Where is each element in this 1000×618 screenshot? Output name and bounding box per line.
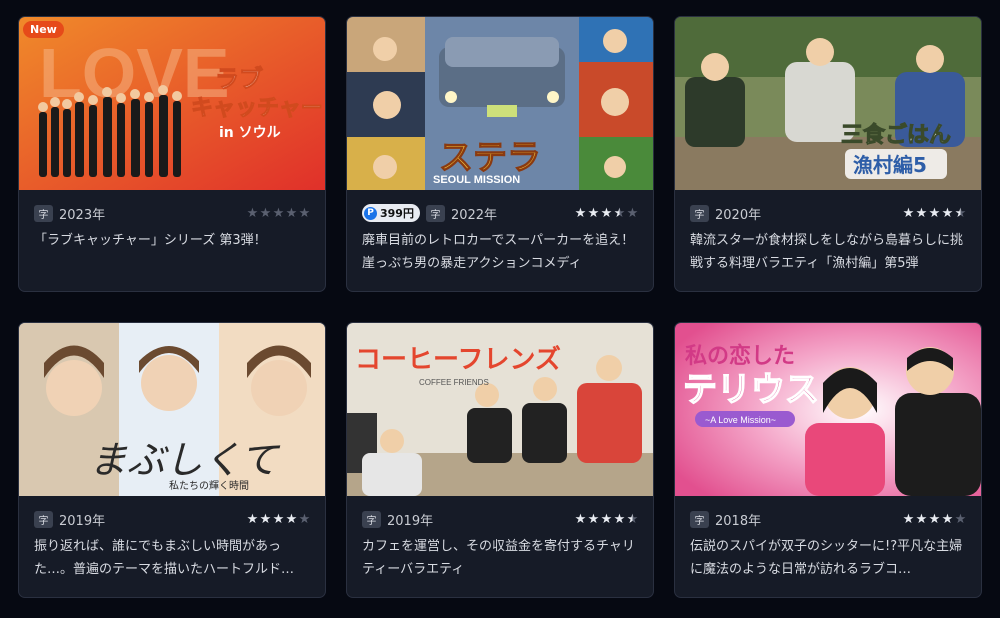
show-card[interactable]: ステラ SEOUL MISSION P 399円 字 2022年 ★ ★ ★ ★ ★ 廃… [346, 16, 654, 292]
star-icon: ★ [272, 511, 285, 527]
star-icon: ★ [574, 205, 587, 221]
price-label: 399円 [380, 207, 414, 220]
price-badge: P 399円 [362, 204, 420, 222]
star-icon: ★ [954, 511, 967, 527]
star-icon: ★ [941, 511, 954, 527]
star-icon: ★ [259, 511, 272, 527]
show-thumbnail[interactable]: LOVE ラブ キャッチャー in ソウル New [19, 17, 325, 190]
star-icon: ★ [272, 205, 285, 221]
star-icon: ★ [626, 511, 639, 527]
svg-text:SEOUL MISSION: SEOUL MISSION [433, 174, 520, 186]
star-icon: ★ [600, 511, 613, 527]
svg-text:キャッチャー: キャッチャー [191, 96, 323, 121]
star-icon: ★ [574, 511, 587, 527]
show-description: 振り返れば、誰にでもまぶしい時間があった…。普遍のテーマを描いたハートフルド… [34, 539, 295, 577]
star-icon: ★ [600, 205, 613, 221]
subtitle-badge: 字 [690, 204, 709, 222]
star-icon: ★ [285, 511, 298, 527]
point-icon: P [364, 206, 377, 220]
star-icon: ★ [941, 205, 954, 221]
star-icon: ★ [246, 205, 259, 221]
rating-stars: ★ ★ ★ ★ ★ [574, 206, 639, 221]
thumb-title-line1: ラブ [215, 65, 263, 93]
svg-text:まぶしくて: まぶしくて [89, 438, 281, 482]
release-year: 2020年 [715, 207, 762, 223]
star-icon: ★ [902, 511, 915, 527]
svg-text:COFFEE FRIENDS: COFFEE FRIENDS [419, 378, 489, 387]
star-icon: ★ [613, 205, 626, 221]
show-thumbnail[interactable]: 私の恋した テリウス ~A Love Mission~ [675, 323, 981, 496]
rating-stars: ★ ★ ★ ★ ★ [902, 206, 967, 221]
star-icon: ★ [928, 511, 941, 527]
svg-text:テリウス: テリウス [683, 370, 819, 410]
svg-text:ステラ: ステラ [439, 138, 541, 178]
release-year: 2023年 [59, 207, 106, 223]
svg-text:漁村編5: 漁村編5 [853, 153, 927, 177]
rating-stars: ★ ★ ★ ★ ★ [246, 206, 311, 221]
star-icon: ★ [915, 205, 928, 221]
show-description: 伝説のスパイが双子のシッターに!?平凡な主婦に魔法のような日常が訪れるラブコ… [690, 539, 963, 577]
star-icon: ★ [285, 205, 298, 221]
rating-stars: ★ ★ ★ ★ ★ [902, 512, 967, 527]
star-icon: ★ [626, 205, 639, 221]
show-thumbnail[interactable]: 三食ごはん 漁村編5 [675, 17, 981, 190]
svg-text:in ソウル: in ソウル [219, 125, 281, 141]
new-badge: New [23, 21, 64, 38]
svg-text:私の恋した: 私の恋した [685, 343, 795, 369]
rating-stars: ★ ★ ★ ★ ★ [246, 512, 311, 527]
show-card[interactable]: まぶしくて 私たちの輝く時間 字 2019年 ★ ★ ★ ★ ★ 振り返れば、誰にでもま… [18, 322, 326, 598]
show-card[interactable]: コーヒーフレンズ COFFEE FRIENDS 字 2019年 ★ ★ ★ ★ ★ カフ… [346, 322, 654, 598]
release-year: 2019年 [387, 513, 434, 529]
star-icon: ★ [587, 205, 600, 221]
subtitle-badge: 字 [34, 204, 53, 222]
svg-text:私たちの輝く時間: 私たちの輝く時間 [169, 480, 249, 492]
show-description: 「ラブキャッチャー」シリーズ 第3弾！ [34, 233, 267, 248]
star-icon: ★ [587, 511, 600, 527]
show-card[interactable]: 三食ごはん 漁村編5 字 2020年 ★ ★ ★ ★ ★ 韓流スターが食材探しをしながら… [674, 16, 982, 292]
subtitle-badge: 字 [690, 510, 709, 528]
svg-text:~A Love Mission~: ~A Love Mission~ [705, 415, 776, 425]
subtitle-badge: 字 [34, 510, 53, 528]
star-icon: ★ [298, 511, 311, 527]
show-description: 廃車目前のレトロカーでスーパーカーを追え！崖っぷち男の暴走アクションコメディ [362, 233, 635, 271]
star-icon: ★ [954, 205, 967, 221]
star-icon: ★ [915, 511, 928, 527]
release-year: 2018年 [715, 513, 762, 529]
svg-text:三食ごはん: 三食ごはん [841, 122, 951, 148]
show-thumbnail[interactable]: まぶしくて 私たちの輝く時間 [19, 323, 325, 496]
release-year: 2022年 [450, 207, 498, 223]
star-icon: ★ [928, 205, 941, 221]
subtitle-badge: 字 [362, 510, 381, 528]
release-year: 2019年 [59, 513, 106, 529]
show-description: 韓流スターが食材探しをしながら島暮らしに挑戦する料理バラエティ「漁村編」第5弾 [690, 233, 964, 271]
star-icon: ★ [259, 205, 272, 221]
star-icon: ★ [298, 205, 311, 221]
show-description: カフェを運営し、その収益金を寄付するチャリティーバラエティ [362, 539, 635, 577]
show-thumbnail[interactable]: ステラ SEOUL MISSION [347, 17, 653, 190]
show-thumbnail[interactable]: コーヒーフレンズ COFFEE FRIENDS [347, 323, 653, 496]
subtitle-badge: 字 [425, 204, 445, 222]
star-icon: ★ [246, 511, 259, 527]
show-card[interactable]: 私の恋した テリウス ~A Love Mission~ 字 2018年 ★ ★ ★ ★… [674, 322, 982, 598]
star-icon: ★ [902, 205, 915, 221]
svg-text:コーヒーフレンズ: コーヒーフレンズ [355, 344, 561, 375]
star-icon: ★ [613, 511, 626, 527]
show-card[interactable]: LOVE ラブ キャッチャー in ソウル New 字 2023年 ★★★ [18, 16, 326, 292]
rating-stars: ★ ★ ★ ★ ★ [574, 512, 639, 527]
